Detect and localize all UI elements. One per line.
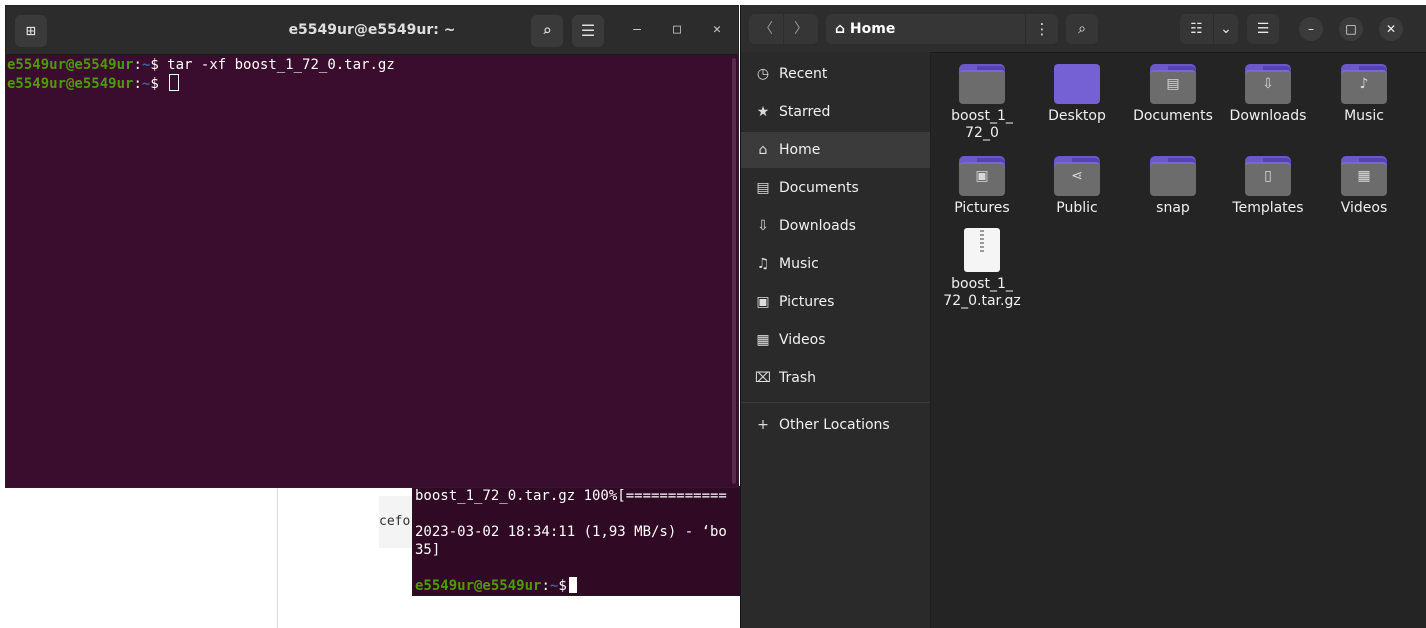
videos-folder-icon: ▦: [1357, 168, 1371, 184]
terminal-back-cursor: [568, 577, 577, 593]
terminal-header-bar[interactable]: ⊞ e5549ur@e5549ur: ~ ⌕ ☰ – □ ✕: [6, 6, 738, 55]
share-folder-icon: ⋖: [1071, 168, 1083, 184]
terminal-body[interactable]: e5549ur@e5549ur:~$ tar -xf boost_1_72_0.…: [6, 54, 738, 487]
path-bar[interactable]: ⌂ Home ⋮: [826, 14, 1058, 44]
file-item-pictures[interactable]: ▣ Pictures: [937, 144, 1027, 217]
file-manager-header[interactable]: 〈 〉 ⌂ Home ⋮ ⌕ ☷ ⌄ ☰ – □ ✕: [741, 5, 1426, 53]
fm-minimize-button[interactable]: –: [1299, 17, 1323, 41]
sidebar-item-recent[interactable]: ◷ Recent: [741, 56, 930, 92]
new-tab-button[interactable]: ⊞: [15, 15, 47, 47]
sidebar-item-videos[interactable]: ▦ Videos: [741, 322, 930, 358]
downloads-folder-icon: ⇩: [1262, 76, 1274, 92]
terminal-close-button[interactable]: ✕: [706, 19, 728, 41]
picture-icon: ▣: [756, 294, 770, 310]
file-item-snap[interactable]: snap: [1128, 144, 1218, 217]
chevron-down-icon: ⌄: [1220, 21, 1232, 37]
terminal-back-line-4: 35]: [415, 542, 441, 558]
clock-icon: ◷: [756, 66, 770, 82]
sidebar-item-other-locations[interactable]: + Other Locations: [741, 407, 930, 443]
terminal-scrollbar[interactable]: [732, 58, 736, 484]
terminal-window[interactable]: ⊞ e5549ur@e5549ur: ~ ⌕ ☰ – □ ✕ e5549ur@e…: [5, 5, 739, 488]
sidebar-separator: [741, 402, 930, 403]
trash-icon: ⌧: [754, 370, 772, 386]
file-item-boost-archive[interactable]: boost_1_ 72_0.tar.gz: [937, 224, 1027, 310]
kebab-menu-icon: ⋮: [1034, 20, 1050, 38]
terminal-line-1: e5549ur@e5549ur:~$ tar -xf boost_1_72_0.…: [7, 57, 395, 73]
file-item-videos[interactable]: ▦ Videos: [1319, 144, 1409, 217]
terminal-menu-button[interactable]: ☰: [572, 15, 604, 47]
fm-close-button[interactable]: ✕: [1379, 17, 1403, 41]
hamburger-menu-icon: ☰: [1256, 21, 1270, 37]
pictures-folder-icon: ▣: [975, 168, 989, 184]
list-view-icon: ☷: [1190, 21, 1203, 37]
sidebar-item-downloads[interactable]: ⇩ Downloads: [741, 208, 930, 244]
sidebar-item-documents[interactable]: ▤ Documents: [741, 170, 930, 206]
hamburger-menu-icon: ☰: [580, 21, 596, 40]
search-icon: ⌕: [542, 21, 552, 40]
back-button[interactable]: 〈: [749, 14, 783, 44]
download-icon: ⇩: [757, 218, 769, 234]
file-manager-window[interactable]: 〈 〉 ⌂ Home ⋮ ⌕ ☷ ⌄ ☰ – □ ✕ ◷ Recent ★ Star…: [740, 5, 1426, 628]
file-item-public[interactable]: ⋖ Public: [1032, 144, 1122, 217]
terminal-cursor: [169, 74, 180, 91]
path-menu-button[interactable]: ⋮: [1025, 14, 1058, 44]
terminal-back-line-1: boost_1_72_0.tar.gz 100%[============: [415, 488, 727, 504]
chevron-right-icon: 〉: [794, 21, 808, 37]
home-icon: ⌂: [835, 21, 846, 37]
new-tab-icon: ⊞: [26, 21, 36, 40]
terminal-search-button[interactable]: ⌕: [531, 15, 563, 47]
terminal-back-line-3: 2023-03-02 18:34:11 (1,93 MB/s) - ‘bo: [415, 524, 727, 540]
sidebar-item-music[interactable]: ♫ Music: [741, 246, 930, 282]
star-icon: ★: [756, 104, 770, 120]
search-icon: ⌕: [1078, 21, 1086, 37]
terminal-minimize-button[interactable]: –: [626, 19, 648, 41]
documents-folder-icon: ▤: [1166, 76, 1180, 92]
archive-icon: [964, 228, 1000, 272]
file-search-button[interactable]: ⌕: [1066, 14, 1098, 44]
file-item-documents[interactable]: ▤ Documents: [1128, 52, 1218, 125]
fm-maximize-button[interactable]: □: [1339, 17, 1363, 41]
terminal-back-prompt: e5549ur@e5549ur:~$: [415, 577, 577, 595]
file-item-downloads[interactable]: ⇩ Downloads: [1223, 52, 1313, 125]
sidebar-item-trash[interactable]: ⌧ Trash: [741, 360, 930, 396]
music-folder-icon: ♪: [1359, 76, 1369, 92]
path-label: Home: [849, 21, 896, 37]
sidebar: ◷ Recent ★ Starred ⌂ Home ▤ Documents ⇩ Downl…: [741, 52, 931, 628]
music-icon: ♫: [756, 256, 770, 272]
list-view-button[interactable]: ☷: [1180, 14, 1213, 44]
file-manager-menu-button[interactable]: ☰: [1247, 14, 1279, 44]
file-item-boost-folder[interactable]: boost_1_ 72_0: [937, 52, 1027, 142]
path-home-button[interactable]: ⌂ Home: [826, 14, 1026, 44]
view-options-button[interactable]: ⌄: [1214, 14, 1238, 44]
sidebar-item-home[interactable]: ⌂ Home: [741, 132, 930, 168]
file-item-desktop[interactable]: Desktop: [1032, 52, 1122, 125]
sidebar-item-pictures[interactable]: ▣ Pictures: [741, 284, 930, 320]
home-icon: ⌂: [758, 142, 768, 158]
file-item-music[interactable]: ♪ Music: [1319, 52, 1409, 125]
plus-icon: +: [757, 417, 769, 433]
document-icon: ▤: [756, 180, 770, 196]
templates-folder-icon: ▯: [1264, 168, 1272, 184]
background-divider: [277, 488, 278, 628]
chevron-left-icon: 〈: [759, 21, 773, 37]
terminal-back-window[interactable]: boost_1_72_0.tar.gz 100%[============ 20…: [412, 486, 744, 596]
file-grid: boost_1_ 72_0 Desktop ▤ Documents ⇩ Downl…: [931, 52, 1426, 628]
forward-button[interactable]: 〉: [784, 14, 818, 44]
terminal-maximize-button[interactable]: □: [666, 19, 688, 41]
video-icon: ▦: [756, 332, 770, 348]
file-item-templates[interactable]: ▯ Templates: [1223, 144, 1313, 217]
terminal-line-2: e5549ur@e5549ur:~$: [7, 74, 180, 93]
sidebar-item-starred[interactable]: ★ Starred: [741, 94, 930, 130]
